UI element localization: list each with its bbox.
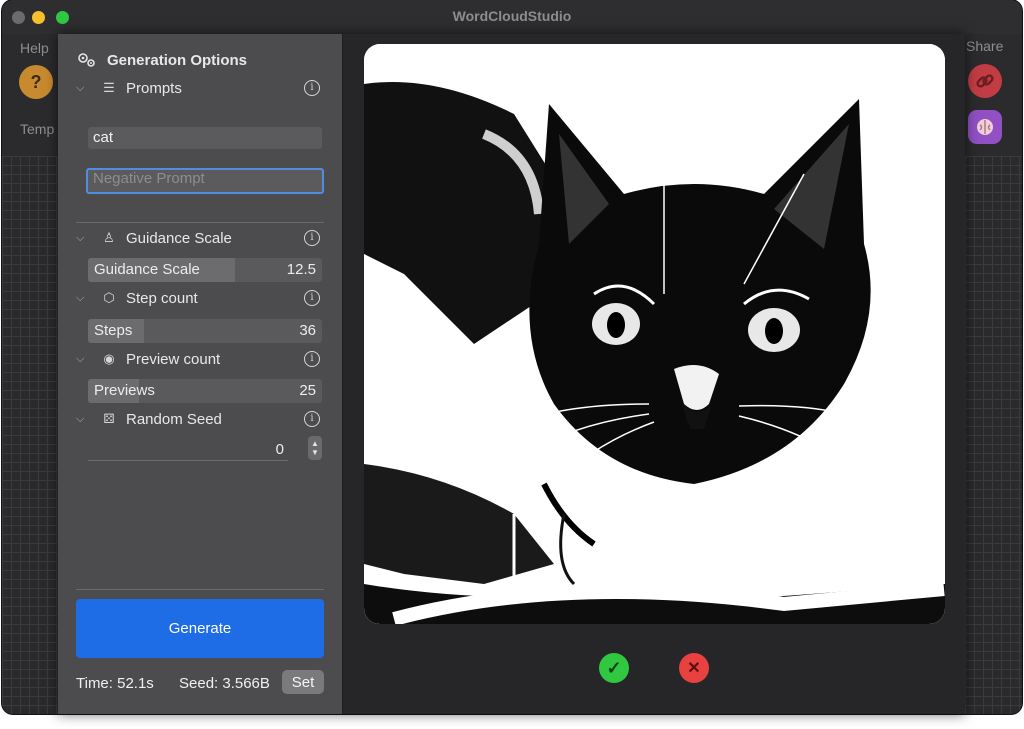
checkmark-icon: ✓ xyxy=(606,657,622,678)
chevron-down-icon[interactable]: ⌵ xyxy=(76,353,90,366)
brain-icon xyxy=(977,119,993,135)
chevron-down-icon[interactable]: ⌵ xyxy=(76,82,90,95)
help-label[interactable]: Help xyxy=(20,40,49,56)
chevron-down-icon[interactable]: ⌵ xyxy=(76,292,90,305)
info-icon[interactable]: i xyxy=(304,80,320,96)
seed-text: Seed: 3.566B xyxy=(179,675,270,692)
steps-label: Step count xyxy=(126,289,198,307)
previews-label: Preview count xyxy=(126,350,221,368)
reject-button[interactable]: ✕ xyxy=(679,653,709,683)
templates-label[interactable]: Temp xyxy=(20,121,54,137)
guidance-label: Guidance Scale xyxy=(126,229,232,247)
stepper-icon[interactable]: ▲ ▼ xyxy=(308,436,322,460)
dice-icon: ⚄ xyxy=(103,411,115,426)
steps-slider-label: Steps xyxy=(94,322,133,339)
generated-image-preview[interactable] xyxy=(364,44,945,624)
steps-section-header[interactable]: ⌵ ⬡ Step count i xyxy=(76,288,320,308)
previews-slider[interactable]: Previews 25 xyxy=(88,379,322,403)
prompts-label: Prompts xyxy=(126,79,182,97)
steps-slider-value: 36 xyxy=(299,322,316,339)
info-icon[interactable]: i xyxy=(304,290,320,306)
guidance-slider-label: Guidance Scale xyxy=(94,261,200,278)
eye-icon: ◉ xyxy=(103,351,115,366)
share-link-button[interactable] xyxy=(968,64,1002,98)
options-panel: Generation Options ⌵ ☰ Prompts i cat Neg… xyxy=(58,34,343,714)
chevron-down-icon[interactable]: ⌵ xyxy=(76,232,90,245)
link-icon xyxy=(976,74,994,88)
guidance-slider-value: 12.5 xyxy=(286,261,316,278)
canvas-grid-left xyxy=(2,156,62,714)
steps-slider[interactable]: Steps 36 xyxy=(88,319,322,343)
set-seed-button[interactable]: Set xyxy=(282,670,324,694)
generate-button[interactable]: Generate xyxy=(76,599,324,658)
list-icon: ☰ xyxy=(103,80,115,95)
previews-section-header[interactable]: ⌵ ◉ Preview count i xyxy=(76,349,320,369)
seed-label: Random Seed xyxy=(126,410,222,428)
time-text: Time: 52.1s xyxy=(76,675,154,692)
xmark-icon: ✕ xyxy=(687,660,701,677)
canvas-grid-right xyxy=(965,156,1022,714)
panel-title: Generation Options xyxy=(107,51,248,69)
previews-slider-label: Previews xyxy=(94,382,155,399)
gears-icon xyxy=(78,53,95,67)
seed-section-header[interactable]: ⌵ ⚄ Random Seed i xyxy=(76,409,320,429)
info-icon[interactable]: i xyxy=(304,411,320,427)
prompt-input[interactable]: cat xyxy=(88,127,322,149)
weight-icon: ♙ xyxy=(103,230,115,245)
info-icon[interactable]: i xyxy=(304,351,320,367)
guidance-section-header[interactable]: ⌵ ♙ Guidance Scale i xyxy=(76,228,320,248)
cube-icon: ⬡ xyxy=(103,290,115,305)
window-title: WordCloudStudio xyxy=(452,8,572,24)
prompts-section-header[interactable]: ⌵ ☰ Prompts i xyxy=(76,78,320,98)
left-toolbar: Help ? Temp xyxy=(2,34,62,156)
seed-input[interactable]: 0 xyxy=(88,439,288,461)
accept-button[interactable]: ✓ xyxy=(599,653,629,683)
info-icon[interactable]: i xyxy=(304,230,320,246)
guidance-scale-slider[interactable]: Guidance Scale 12.5 xyxy=(88,258,322,282)
previews-slider-value: 25 xyxy=(299,382,316,399)
divider xyxy=(76,222,324,223)
divider xyxy=(76,589,324,590)
question-icon: ? xyxy=(30,71,42,92)
negative-prompt-input[interactable]: Negative Prompt xyxy=(86,168,324,194)
ai-brain-button[interactable] xyxy=(968,110,1002,144)
help-button[interactable]: ? xyxy=(19,65,53,99)
right-toolbar: Share xyxy=(965,34,1022,156)
share-label[interactable]: Share xyxy=(966,38,1003,54)
chevron-down-icon[interactable]: ⌵ xyxy=(76,413,90,426)
panel-header: Generation Options xyxy=(76,50,316,70)
cat-image xyxy=(364,44,945,624)
titlebar: WordCloudStudio xyxy=(2,0,1022,34)
generation-sheet: Generation Options ⌵ ☰ Prompts i cat Neg… xyxy=(58,34,965,714)
